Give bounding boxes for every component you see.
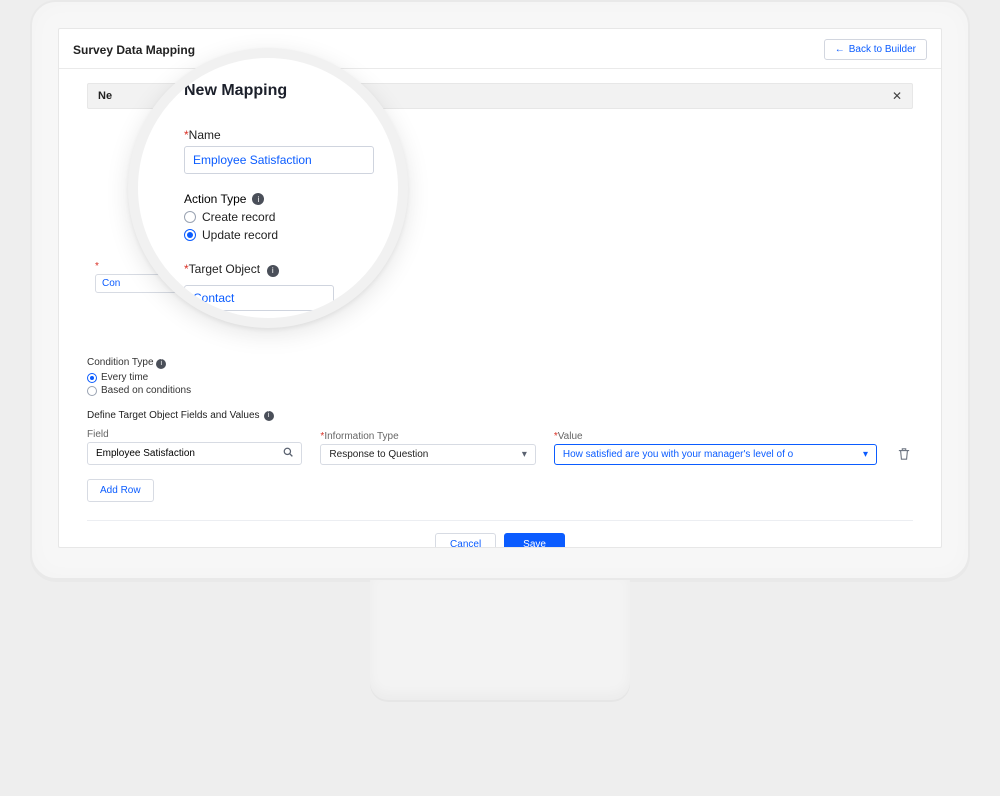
info-type-label: *Information Type: [320, 431, 535, 442]
new-mapping-title: New Mapping: [184, 82, 370, 100]
info-type-value: Response to Question: [329, 449, 428, 460]
action-type-label: Action Type i: [184, 192, 370, 206]
info-type-select[interactable]: Response to Question ▾: [320, 444, 535, 465]
condition-radio-every-time[interactable]: Every time: [87, 372, 913, 383]
field-label: Field: [87, 429, 302, 440]
search-icon: [283, 447, 293, 460]
condition-type-block: Condition Type i Every time Based on con…: [87, 357, 913, 396]
target-object-group: *Target Object i: [184, 260, 370, 311]
condition-type-label: Condition Type: [87, 357, 154, 368]
page-title: Survey Data Mapping: [73, 43, 195, 57]
back-arrow-icon: ←: [835, 44, 845, 55]
radio-icon: [87, 386, 97, 396]
radio-label: Every time: [101, 372, 148, 383]
radio-label: Update record: [202, 228, 278, 242]
info-icon[interactable]: i: [252, 193, 264, 205]
define-fields-text: Define Target Object Fields and Values: [87, 410, 260, 421]
magnifier-zoom-overlay: New Mapping *Name Action Type i Create r…: [128, 48, 408, 328]
close-icon[interactable]: ✕: [892, 89, 902, 103]
info-icon[interactable]: i: [267, 265, 279, 277]
info-type-column: *Information Type Response to Question ▾: [320, 431, 535, 465]
modal-footer: Cancel Save: [87, 520, 913, 548]
truncated-field-label: ‌: [95, 261, 101, 272]
value-label: *Value: [554, 431, 877, 442]
condition-radio-based-on[interactable]: Based on conditions: [87, 385, 913, 396]
back-to-builder-button[interactable]: ← Back to Builder: [824, 39, 927, 60]
info-icon[interactable]: i: [264, 411, 274, 421]
define-fields-label: Define Target Object Fields and Values i: [87, 410, 913, 421]
add-row-button[interactable]: Add Row: [87, 479, 154, 502]
mapping-row: Field *Information Type: [87, 429, 913, 465]
app-header: Survey Data Mapping ← Back to Builder: [59, 29, 941, 69]
value-text: How satisfied are you with your manager'…: [563, 449, 793, 460]
back-button-label: Back to Builder: [849, 44, 916, 55]
radio-update-record[interactable]: Update record: [184, 228, 370, 242]
info-icon[interactable]: i: [156, 359, 166, 369]
name-field-group: *Name: [184, 126, 370, 174]
radio-label: Based on conditions: [101, 385, 191, 396]
radio-label: Create record: [202, 210, 275, 224]
magnifier-content: New Mapping *Name Action Type i Create r…: [138, 58, 398, 311]
value-select[interactable]: How satisfied are you with your manager'…: [554, 444, 877, 465]
field-lookup-input[interactable]: [96, 448, 283, 459]
action-type-group: Action Type i Create record Update recor…: [184, 192, 370, 242]
delete-row-button[interactable]: [895, 447, 913, 465]
field-column: Field: [87, 429, 302, 465]
modal-title-truncated: Ne: [98, 90, 112, 102]
field-lookup[interactable]: [87, 442, 302, 465]
target-object-label: *Target Object i: [184, 262, 279, 277]
target-object-input[interactable]: [184, 285, 334, 311]
radio-icon: [184, 211, 196, 223]
cancel-button[interactable]: Cancel: [435, 533, 496, 548]
radio-create-record[interactable]: Create record: [184, 210, 370, 224]
radio-icon: [87, 373, 97, 383]
chevron-down-icon: ▾: [522, 449, 527, 460]
value-column: *Value How satisfied are you with your m…: [554, 431, 877, 465]
radio-icon: [184, 229, 196, 241]
save-button[interactable]: Save: [504, 533, 565, 548]
chevron-down-icon: ▾: [863, 449, 868, 460]
name-input[interactable]: [184, 146, 374, 174]
name-label: *Name: [184, 128, 221, 142]
monitor-stand: [370, 580, 630, 700]
